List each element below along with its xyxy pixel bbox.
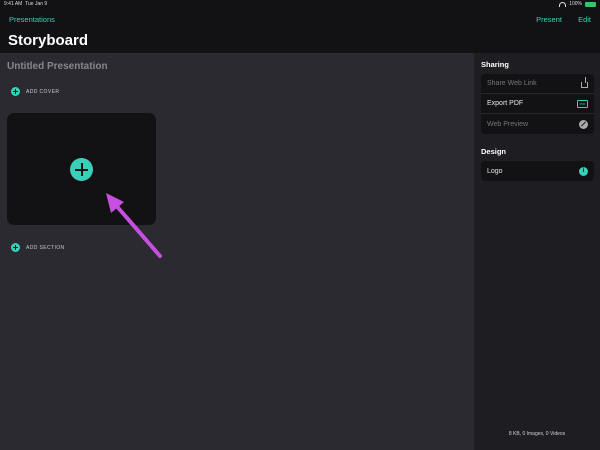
add-cover-plus-icon[interactable] (70, 158, 93, 181)
edit-button[interactable]: Edit (578, 15, 591, 24)
status-bar: 9:41 AM Tue Jan 9 100% (0, 0, 600, 9)
navigation-bar: Presentations Present Edit Storyboard (0, 9, 600, 53)
export-pdf-label: Export PDF (487, 100, 524, 107)
add-cover-button[interactable]: ADD COVER (11, 87, 59, 96)
presentation-title[interactable]: Untitled Presentation (7, 61, 108, 72)
page-title: Storyboard (8, 32, 89, 49)
plus-circle-icon (11, 87, 20, 96)
share-web-link-label: Share Web Link (487, 80, 537, 87)
back-to-presentations-button[interactable]: Presentations (9, 15, 55, 24)
battery-percent: 100% (569, 1, 582, 7)
present-button[interactable]: Present (536, 15, 562, 24)
storage-stats: 8 KB, 0 Images, 0 Videos (508, 431, 566, 437)
wifi-icon (559, 1, 567, 7)
status-date: Tue Jan 9 (25, 1, 48, 7)
storyboard-canvas: Untitled Presentation ADD COVER ADD SECT… (0, 53, 474, 450)
inspector-sidebar: Sharing Share Web Link Export PDF PDF We… (474, 53, 600, 450)
sharing-group: Share Web Link Export PDF PDF Web Previe… (481, 74, 594, 134)
status-time-date: 9:41 AM Tue Jan 9 (4, 1, 47, 7)
battery-icon (585, 1, 596, 7)
share-web-link-row[interactable]: Share Web Link (481, 74, 594, 94)
sharing-section-title: Sharing (481, 60, 509, 69)
status-time: 9:41 AM (4, 1, 23, 7)
logo-row[interactable]: Logo i (481, 161, 594, 181)
share-icon (581, 77, 588, 88)
add-section-button[interactable]: ADD SECTION (11, 243, 65, 252)
add-cover-label: ADD COVER (26, 88, 60, 95)
web-preview-label: Web Preview (487, 120, 529, 128)
status-indicators: 100% (559, 1, 596, 7)
design-section-title: Design (481, 147, 507, 156)
pdf-icon: PDF (577, 99, 588, 108)
web-preview-row[interactable]: Web Preview (481, 114, 594, 134)
compass-icon (579, 119, 588, 129)
design-group: Logo i (481, 161, 594, 181)
logo-icon: i (579, 166, 588, 176)
add-section-label: ADD SECTION (26, 244, 65, 251)
export-pdf-row[interactable]: Export PDF PDF (481, 94, 594, 114)
cover-placeholder-card[interactable] (7, 113, 156, 225)
logo-label: Logo (487, 167, 503, 175)
plus-circle-icon (11, 243, 20, 252)
